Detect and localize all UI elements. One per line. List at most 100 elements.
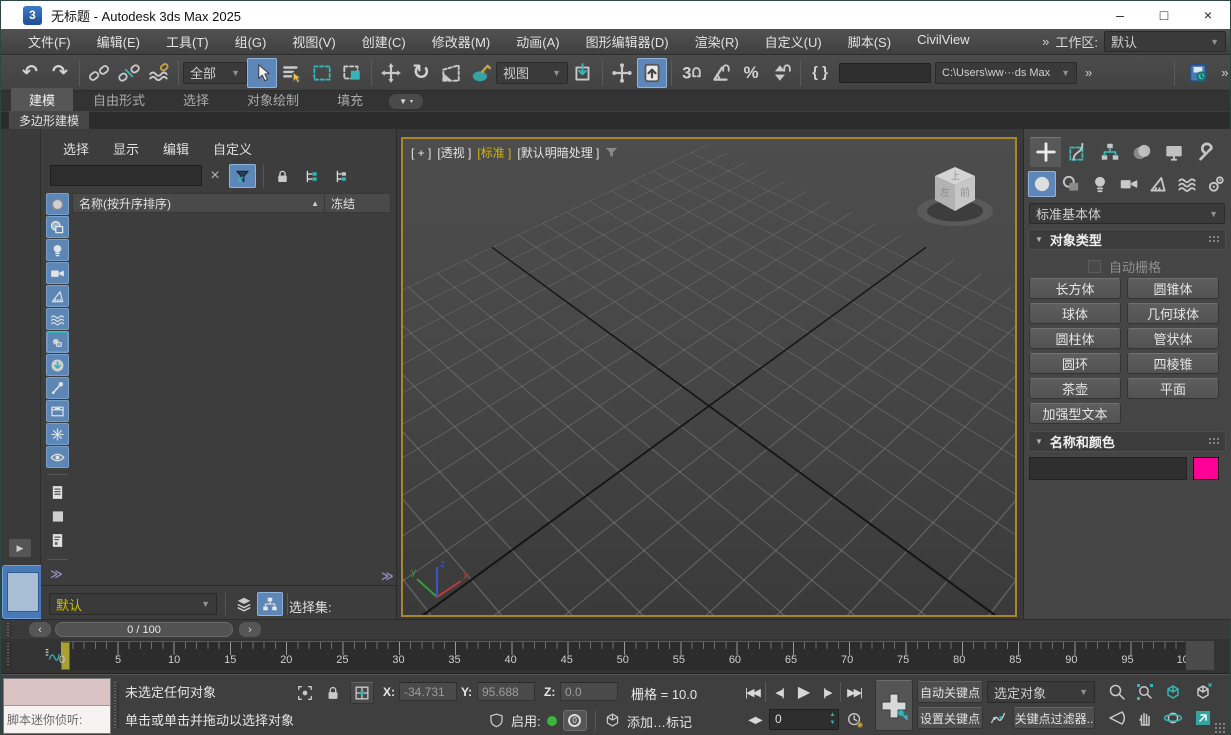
lock-icon[interactable] <box>269 164 296 188</box>
key-mode-dropdown[interactable]: 选定对象▼ <box>987 681 1095 703</box>
toolbar-overflow-icon[interactable]: » <box>1085 65 1090 80</box>
select-and-scale-icon[interactable] <box>436 58 466 88</box>
menu-item[interactable]: 编辑(E) <box>84 28 153 55</box>
go-to-start-button[interactable]: |◀◀ <box>741 680 763 704</box>
filter-column-overflow-icon[interactable]: ≫ <box>50 567 61 581</box>
zoom-extents-icon[interactable] <box>1161 681 1185 703</box>
viewcube-left-face[interactable]: 左 <box>940 186 950 199</box>
scene-explorer-menu-item[interactable]: 选择 <box>63 139 89 158</box>
select-and-move-icon[interactable] <box>376 58 406 88</box>
torus-button[interactable]: 圆环 <box>1029 353 1121 374</box>
notification-count-button[interactable]: 0 <box>563 710 587 731</box>
time-slider-grip[interactable] <box>7 623 12 637</box>
viewport-general-menu[interactable]: [ + ] <box>411 146 431 160</box>
status-grip[interactable] <box>114 682 119 728</box>
workspace-dropdown[interactable]: 默认▼ <box>1104 31 1226 52</box>
helpers-category-icon[interactable] <box>1144 171 1172 197</box>
menu-item[interactable]: 动画(A) <box>503 28 572 55</box>
menu-overflow-icon[interactable]: » <box>1042 34 1047 49</box>
property-sheet-icon[interactable] <box>46 529 69 551</box>
create-tab[interactable] <box>1030 137 1061 167</box>
scene-cube-icon[interactable] <box>604 712 621 729</box>
selection-lock-icon[interactable] <box>321 682 345 704</box>
isolate-selection-icon[interactable] <box>293 682 317 704</box>
use-pivot-point-center-icon[interactable] <box>568 58 598 88</box>
zoom-extents-all-icon[interactable] <box>1191 681 1215 703</box>
menu-item[interactable]: 创建(C) <box>349 28 419 55</box>
maximize-viewport-toggle-icon[interactable] <box>1191 707 1215 729</box>
name-color-rollout[interactable]: ▼ 名称和颜色 <box>1028 431 1226 452</box>
display-groups-icon[interactable] <box>46 331 69 353</box>
select-object-icon[interactable] <box>247 58 277 88</box>
maxscript-mini-listener[interactable]: 脚本迷你侦听: <box>3 678 111 734</box>
set-key-button[interactable]: 设置关键点 <box>917 707 983 729</box>
notification-shield-icon[interactable] <box>488 712 505 729</box>
scene-explorer-menu-item[interactable]: 显示 <box>113 139 139 158</box>
ribbon-tab-modeling[interactable]: 建模 <box>11 88 73 111</box>
display-visibility-icon[interactable] <box>46 446 69 468</box>
keyboard-shortcut-override-icon[interactable] <box>637 58 667 88</box>
x-coord-field[interactable]: -34.731 <box>399 682 457 701</box>
cameras-category-icon[interactable] <box>1115 171 1143 197</box>
layout-tabs-expand-icon[interactable]: ▶ <box>9 539 31 557</box>
lock-cell-editing-icon[interactable] <box>46 481 69 503</box>
box-button[interactable]: 长方体 <box>1029 278 1121 299</box>
ribbon-tab-object-paint[interactable]: 对象绘制 <box>229 88 317 111</box>
viewport-type-menu[interactable]: [标准 ] <box>477 144 511 161</box>
perspective-viewport[interactable]: [ + ] [透视 ] [标准 ] [默认明暗处理 ] 上 左 前 y z x <box>401 137 1017 617</box>
display-geometry-icon[interactable] <box>46 193 69 215</box>
ribbon-panel-tab-polygon-modeling[interactable]: 多边形建模 <box>9 111 89 130</box>
listener-script-row[interactable]: 脚本迷你侦听: <box>4 706 110 733</box>
unlink-icon[interactable] <box>114 58 144 88</box>
previous-frame-button[interactable]: ◀| <box>768 680 790 704</box>
edit-named-selection-sets-icon[interactable]: { } <box>805 58 835 88</box>
plane-button[interactable]: 平面 <box>1127 378 1219 399</box>
menu-item[interactable]: 文件(F) <box>15 28 84 55</box>
primitive-category-dropdown[interactable]: 标准基本体▼ <box>1029 203 1225 224</box>
frozen-column-header[interactable]: 冻结 <box>324 194 390 212</box>
window-crossing-icon[interactable] <box>337 58 367 88</box>
listener-macro-row[interactable] <box>4 679 110 706</box>
reference-coordinate-dropdown[interactable]: 视图▼ <box>496 62 568 84</box>
time-slider-value[interactable]: 0 / 100 <box>55 622 233 637</box>
scene-explorer-menu-item[interactable]: 自定义 <box>213 139 252 158</box>
hierarchy-tab[interactable] <box>1094 137 1125 167</box>
display-lights-icon[interactable] <box>46 239 69 261</box>
link-icon[interactable] <box>84 58 114 88</box>
geosphere-button[interactable]: 几何球体 <box>1127 303 1219 324</box>
rollout-grip-icon[interactable] <box>1209 236 1219 244</box>
cone-button[interactable]: 圆锥体 <box>1127 278 1219 299</box>
undo-icon[interactable]: ↶ <box>15 58 45 88</box>
select-and-rotate-icon[interactable]: ↻ <box>406 58 436 88</box>
ribbon-minimize-dropdown[interactable]: ▼▾ <box>389 94 423 109</box>
cylinder-button[interactable]: 圆柱体 <box>1029 328 1121 349</box>
key-filters-button[interactable]: 关键点过滤器.. <box>1013 707 1095 729</box>
track-bar-grip[interactable] <box>7 643 12 667</box>
zoom-icon[interactable] <box>1105 681 1129 703</box>
ribbon-tab-freeform[interactable]: 自由形式 <box>75 88 163 111</box>
display-tab[interactable] <box>1158 137 1189 167</box>
systems-category-icon[interactable] <box>1202 171 1230 197</box>
angle-snap-icon[interactable] <box>706 58 736 88</box>
hierarchy-view-icon[interactable] <box>257 592 283 616</box>
named-selection-input[interactable] <box>839 63 931 83</box>
frame-spinner[interactable]: ▲▼ <box>827 710 838 729</box>
display-containers-icon[interactable] <box>46 400 69 422</box>
viewcube[interactable]: 上 左 前 <box>909 155 1001 237</box>
snaps-toggle-3d-icon[interactable]: 3 <box>676 58 706 88</box>
object-type-rollout[interactable]: ▼ 对象类型 <box>1028 229 1226 250</box>
orbit-icon[interactable] <box>1161 707 1185 729</box>
display-bones-icon[interactable] <box>46 377 69 399</box>
display-cameras-icon[interactable] <box>46 262 69 284</box>
scene-explorer-search-input[interactable] <box>50 165 202 186</box>
viewcube-front-face[interactable]: 前 <box>960 186 970 199</box>
project-folder-dropdown[interactable]: C:\Users\ww···ds Max 2025▼ <box>935 62 1077 84</box>
viewport-pov-menu[interactable]: [透视 ] <box>437 144 471 161</box>
ribbon-tab-populate[interactable]: 填充 <box>319 88 381 111</box>
utilities-tab[interactable] <box>1190 137 1221 167</box>
active-layout-tab[interactable] <box>2 565 44 619</box>
bind-to-space-warp-icon[interactable] <box>144 58 174 88</box>
expand-hierarchy-icon[interactable] <box>299 164 326 188</box>
explorer-column-headers[interactable]: 名称(按升序排序) ▲ 冻结 <box>72 193 391 213</box>
display-helpers-icon[interactable] <box>46 285 69 307</box>
